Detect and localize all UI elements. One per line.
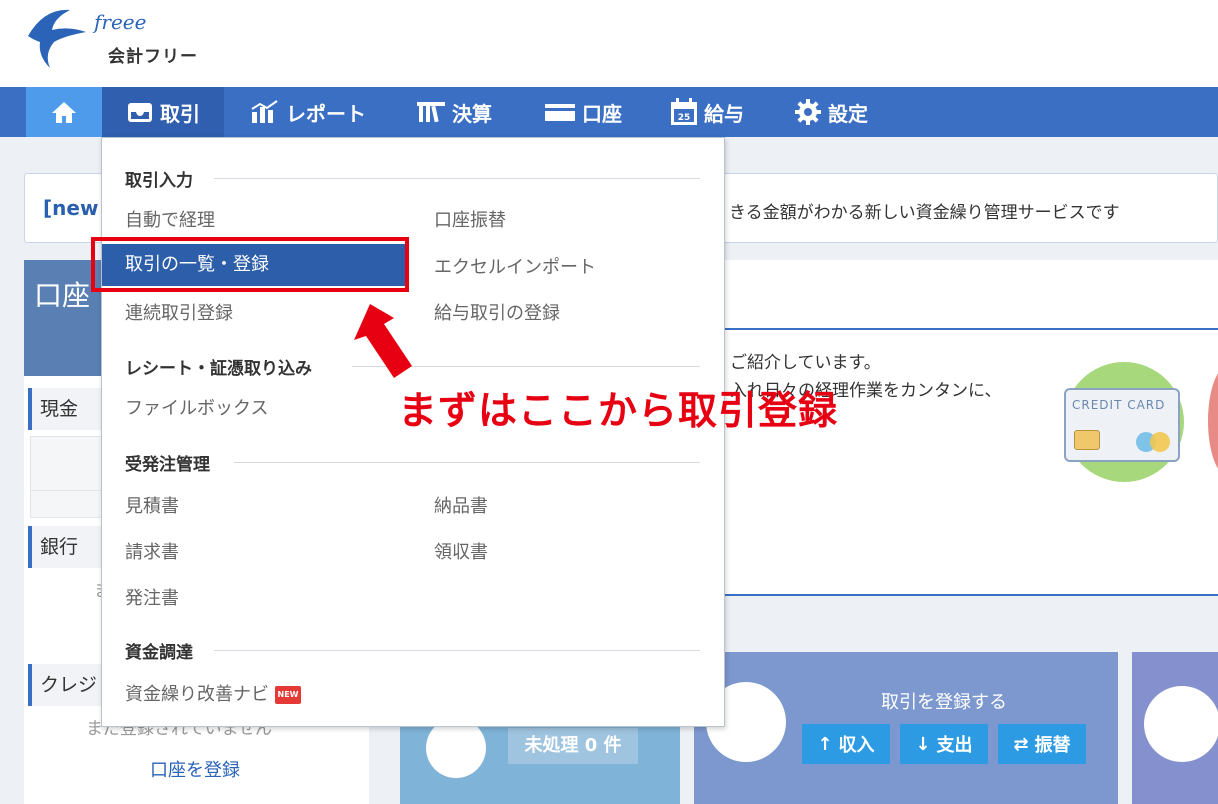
register-deal-title: 取引を登録する: [881, 692, 1007, 713]
credit-card-illustration: CREDIT CARD: [1064, 388, 1180, 462]
card-logo-icon-2: [1150, 432, 1170, 452]
nav-settings[interactable]: 設定: [794, 87, 868, 137]
svg-text:25: 25: [678, 113, 691, 123]
section-divider: [234, 462, 700, 463]
annotation-arrow-icon: [354, 304, 412, 378]
nav-reports[interactable]: レポート: [250, 87, 366, 137]
nav-payroll[interactable]: 25 給与: [670, 87, 744, 137]
logo-script: freee: [94, 10, 147, 34]
transfer-button[interactable]: ⇄ 振替: [998, 724, 1086, 764]
logo-product-name: 会計フリー: [108, 47, 198, 67]
section-divider: [214, 178, 700, 179]
cash-placeholder: [30, 436, 110, 492]
home-icon: [52, 102, 76, 123]
banner-new-label: [new!: [43, 196, 108, 220]
card-icon: [545, 104, 575, 121]
expense-button-label: 支出: [936, 735, 973, 756]
menu-cashflow-navi-label: 資金繰り改善ナビ: [125, 684, 269, 705]
books-icon: [417, 102, 445, 123]
new-badge: NEW: [275, 686, 301, 704]
expense-button[interactable]: ↓ 支出: [900, 724, 988, 764]
annotation-highlight-box: [91, 237, 409, 292]
nav-label-payroll: 給与: [704, 101, 744, 126]
nav-label-settings: 設定: [828, 101, 868, 126]
nav-deals[interactable]: 取引: [102, 87, 224, 137]
income-button[interactable]: ↑ 収入: [802, 724, 890, 764]
red-illustration: [1208, 366, 1218, 476]
menu-auto-accounting[interactable]: 自動で経理: [125, 206, 215, 232]
account-row-cash[interactable]: 現金: [28, 388, 102, 430]
section-receipt-import: レシート・証憑取り込み: [125, 359, 312, 379]
annotation-callout: まずはここから取引登録: [398, 389, 839, 434]
account-row-bank[interactable]: 銀行: [28, 526, 102, 568]
intro-text-1: ご紹介しています。: [730, 353, 881, 373]
nav-label-accounts: 口座: [582, 101, 622, 126]
menu-excel-import[interactable]: エクセルインポート: [434, 253, 596, 279]
menu-receipt[interactable]: 領収書: [434, 538, 488, 564]
register-deal-tile: 取引を登録する ↑ 収入 ↓ 支出 ⇄ 振替: [694, 652, 1118, 804]
arrow-down-icon: ↓: [915, 733, 931, 755]
account-row-credit[interactable]: クレジ: [28, 664, 102, 706]
transfer-icon: ⇄: [1013, 733, 1029, 755]
transfer-button-label: 振替: [1034, 735, 1071, 756]
inbox-icon: [128, 103, 152, 122]
menu-purchase-order[interactable]: 発注書: [125, 584, 179, 610]
menu-delivery-note[interactable]: 納品書: [434, 492, 488, 518]
menu-cashflow-navi[interactable]: 資金繰り改善ナビ NEW: [125, 680, 301, 706]
nav-home[interactable]: [26, 87, 102, 137]
cash-placeholder-2: [30, 490, 110, 518]
menu-continuous-register[interactable]: 連続取引登録: [125, 299, 233, 325]
main-nav: 取引 レポート 決算 口座 25 給与 設定: [0, 87, 1218, 137]
nav-label-deals: 取引: [160, 101, 200, 126]
register-account-link[interactable]: 口座を登録: [150, 756, 240, 782]
section-divider: [214, 650, 700, 651]
receipt-icon: [426, 718, 486, 778]
nav-closing[interactable]: 決算: [416, 87, 492, 137]
partial-tile[interactable]: [1132, 652, 1218, 804]
menu-invoice[interactable]: 請求書: [125, 538, 179, 564]
envelope-icon: [1144, 686, 1218, 762]
menu-estimate[interactable]: 見積書: [125, 492, 179, 518]
freee-logo[interactable]: freee 会計フリー: [24, 6, 224, 76]
nav-label-reports: レポート: [286, 101, 366, 126]
section-deal-input: 取引入力: [125, 171, 193, 191]
gear-icon: [795, 99, 821, 125]
chart-icon: [251, 100, 278, 123]
card-divider: [700, 328, 1218, 330]
income-button-label: 収入: [838, 735, 875, 756]
swallow-icon: [28, 9, 86, 68]
menu-file-box[interactable]: ファイルボックス: [125, 394, 268, 420]
section-funding: 資金調達: [125, 643, 193, 663]
nav-accounts[interactable]: 口座: [544, 87, 622, 137]
accounts-title: 口座: [34, 279, 91, 312]
arrow-up-icon: ↑: [817, 733, 833, 755]
chip-icon: [1074, 430, 1100, 450]
menu-payroll-register[interactable]: 給与取引の登録: [434, 299, 560, 325]
calendar-icon: 25: [671, 98, 697, 125]
banner-text: きる金額がわかる新しい資金繰り管理サービスです: [729, 203, 1120, 223]
menu-account-transfer[interactable]: 口座振替: [434, 206, 506, 232]
section-order-management: 受発注管理: [125, 455, 210, 475]
credit-card-label: CREDIT CARD: [1072, 398, 1166, 412]
unprocessed-badge: 未処理 0 件: [508, 728, 638, 764]
nav-label-closing: 決算: [452, 101, 492, 126]
